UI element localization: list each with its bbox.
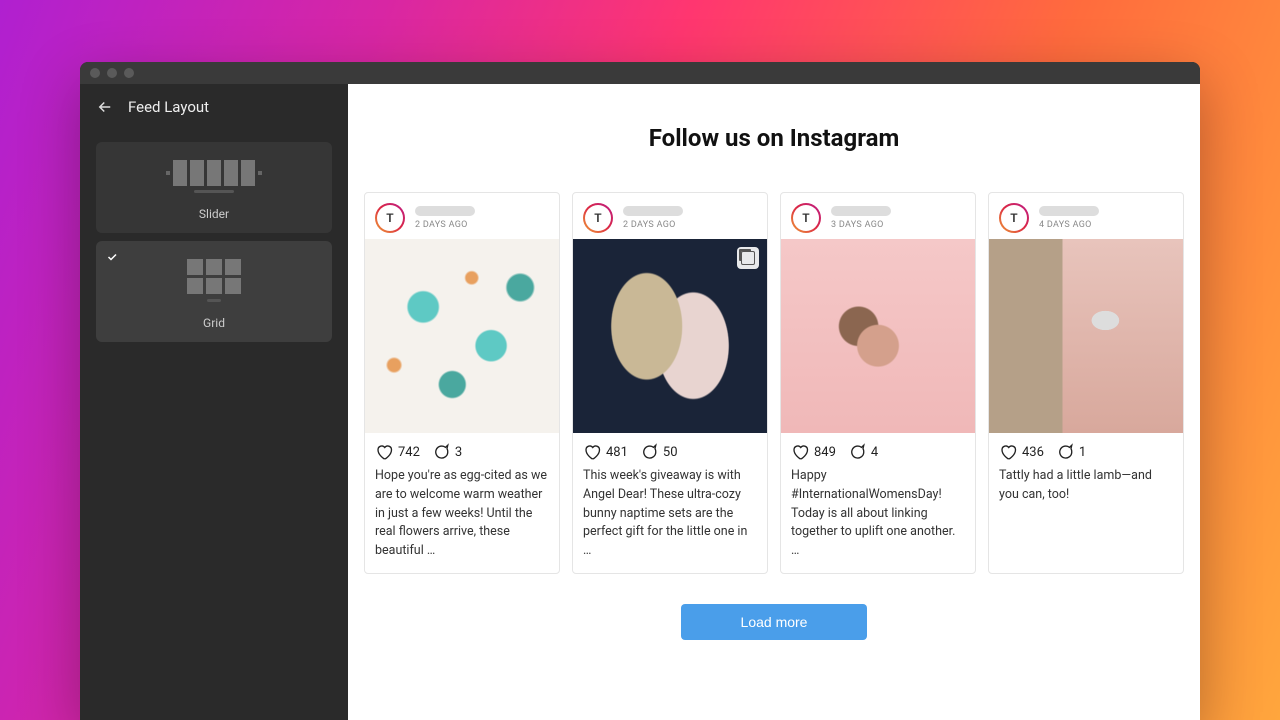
username-placeholder bbox=[1039, 206, 1099, 216]
likes-stat[interactable]: 436 bbox=[999, 443, 1044, 461]
post-timestamp: 3 DAYS AGO bbox=[831, 220, 891, 230]
post-timestamp: 2 DAYS AGO bbox=[415, 220, 475, 230]
likes-count: 849 bbox=[814, 445, 836, 460]
layout-options: Slider Grid bbox=[80, 130, 348, 354]
post-image[interactable] bbox=[989, 239, 1183, 433]
main-preview: Follow us on Instagram T 2 DAYS AGO bbox=[348, 84, 1200, 720]
titlebar bbox=[80, 62, 1200, 84]
comment-icon bbox=[848, 443, 866, 461]
window-minimize-dot[interactable] bbox=[107, 68, 117, 78]
layout-label: Slider bbox=[199, 207, 229, 221]
window-maximize-dot[interactable] bbox=[124, 68, 134, 78]
post-caption: Hope you're as egg-cited as we are to we… bbox=[365, 467, 559, 573]
post-caption: Tattly had a little lamb—and you can, to… bbox=[989, 467, 1183, 517]
avatar[interactable]: T bbox=[583, 203, 613, 233]
post-card[interactable]: T 2 DAYS AGO 742 bbox=[364, 192, 560, 574]
app-window: Feed Layout Slider bbox=[80, 62, 1200, 720]
post-caption: Happy #InternationalWomensDay! Today is … bbox=[781, 467, 975, 573]
comments-count: 3 bbox=[455, 445, 462, 460]
comment-icon bbox=[640, 443, 658, 461]
layout-label: Grid bbox=[203, 316, 225, 330]
comments-stat[interactable]: 3 bbox=[432, 443, 462, 461]
comments-stat[interactable]: 50 bbox=[640, 443, 678, 461]
username-placeholder bbox=[415, 206, 475, 216]
heart-icon bbox=[999, 443, 1017, 461]
comments-stat[interactable]: 1 bbox=[1056, 443, 1086, 461]
grid-thumb-icon bbox=[187, 259, 241, 302]
layout-option-grid[interactable]: Grid bbox=[96, 241, 332, 342]
avatar[interactable]: T bbox=[999, 203, 1029, 233]
back-arrow-icon[interactable] bbox=[96, 98, 114, 116]
avatar[interactable]: T bbox=[791, 203, 821, 233]
username-placeholder bbox=[831, 206, 891, 216]
slider-thumb-icon bbox=[166, 160, 262, 193]
comment-icon bbox=[432, 443, 450, 461]
heart-icon bbox=[375, 443, 393, 461]
likes-count: 481 bbox=[606, 445, 628, 460]
post-card[interactable]: T 4 DAYS AGO 436 bbox=[988, 192, 1184, 574]
post-timestamp: 4 DAYS AGO bbox=[1039, 220, 1099, 230]
likes-count: 436 bbox=[1022, 445, 1044, 460]
post-image[interactable] bbox=[573, 239, 767, 433]
sidebar-title: Feed Layout bbox=[128, 98, 209, 116]
window-close-dot[interactable] bbox=[90, 68, 100, 78]
post-card[interactable]: T 3 DAYS AGO 849 bbox=[780, 192, 976, 574]
post-grid: T 2 DAYS AGO 742 bbox=[364, 192, 1184, 574]
comments-count: 50 bbox=[663, 445, 678, 460]
heart-icon bbox=[583, 443, 601, 461]
gallery-icon bbox=[737, 247, 759, 269]
check-icon bbox=[104, 249, 120, 265]
comments-count: 1 bbox=[1079, 445, 1086, 460]
comments-count: 4 bbox=[871, 445, 878, 460]
layout-option-slider[interactable]: Slider bbox=[96, 142, 332, 233]
post-card[interactable]: T 2 DAYS AGO 481 bbox=[572, 192, 768, 574]
likes-stat[interactable]: 742 bbox=[375, 443, 420, 461]
comment-icon bbox=[1056, 443, 1074, 461]
avatar[interactable]: T bbox=[375, 203, 405, 233]
post-timestamp: 2 DAYS AGO bbox=[623, 220, 683, 230]
load-more-button[interactable]: Load more bbox=[681, 604, 868, 640]
post-image[interactable] bbox=[365, 239, 559, 433]
sidebar: Feed Layout Slider bbox=[80, 84, 348, 720]
heart-icon bbox=[791, 443, 809, 461]
feed-title: Follow us on Instagram bbox=[649, 124, 900, 152]
likes-stat[interactable]: 849 bbox=[791, 443, 836, 461]
post-image[interactable] bbox=[781, 239, 975, 433]
comments-stat[interactable]: 4 bbox=[848, 443, 878, 461]
username-placeholder bbox=[623, 206, 683, 216]
likes-stat[interactable]: 481 bbox=[583, 443, 628, 461]
likes-count: 742 bbox=[398, 445, 420, 460]
post-caption: This week's giveaway is with Angel Dear!… bbox=[573, 467, 767, 573]
sidebar-header: Feed Layout bbox=[80, 84, 348, 130]
